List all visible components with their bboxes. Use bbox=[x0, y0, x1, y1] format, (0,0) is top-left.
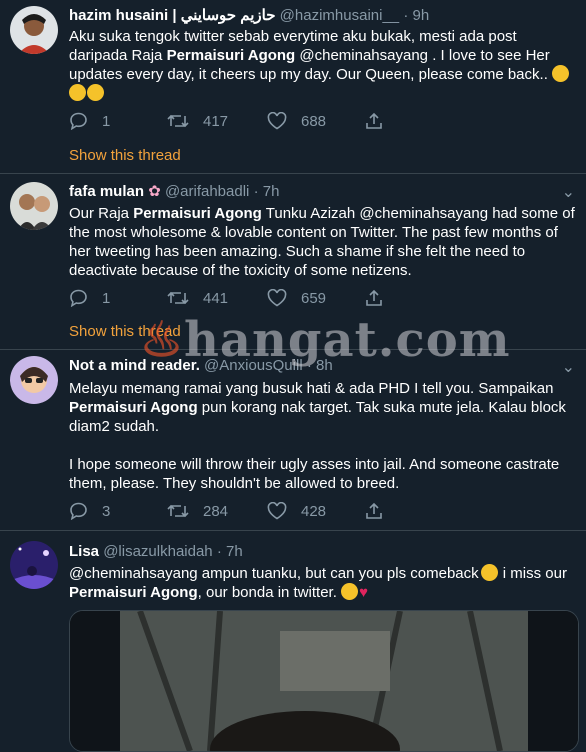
avatar-lisa-image bbox=[10, 541, 58, 589]
tweet-2-actions: 1 441 659 bbox=[69, 289, 399, 309]
reply-count: 3 bbox=[102, 502, 111, 520]
reply-count: 1 bbox=[102, 112, 111, 130]
like-count: 688 bbox=[301, 112, 327, 130]
retweet-button[interactable]: 441 bbox=[167, 289, 228, 307]
tweet-4-highlight: Permaisuri Agong bbox=[69, 584, 198, 601]
rolling-eyes-emoji-icon bbox=[480, 564, 498, 581]
tweet-1-handle[interactable]: @hazimhusaini__ bbox=[280, 7, 399, 24]
like-button[interactable]: 659 bbox=[267, 289, 326, 307]
tweet-4-handle[interactable]: @lisazulkhaidah bbox=[103, 543, 212, 560]
site-watermark: ♨hangat.com bbox=[140, 312, 511, 368]
more-options-icon[interactable]: ⌄ bbox=[562, 182, 576, 202]
tweet-4-header: Lisa @lisazulkhaidah · 7h bbox=[69, 543, 243, 560]
like-button[interactable]: 428 bbox=[267, 502, 326, 520]
tweet-1[interactable]: hazim husaini | حازيم حوسايني @hazimhusa… bbox=[0, 0, 586, 173]
retweet-count: 441 bbox=[203, 289, 229, 307]
tweet-4-time[interactable]: · 7h bbox=[217, 543, 243, 560]
red-heart-emoji-icon: ♥ bbox=[359, 584, 368, 601]
reply-button[interactable]: 1 bbox=[69, 112, 110, 130]
like-count: 428 bbox=[301, 502, 327, 520]
avatar-fafa-image bbox=[10, 182, 58, 230]
heart-icon bbox=[267, 502, 287, 520]
retweet-count: 284 bbox=[203, 502, 229, 520]
loudly-crying-emoji-icon bbox=[341, 583, 359, 600]
reply-button[interactable]: 1 bbox=[69, 289, 110, 307]
like-button[interactable]: 688 bbox=[267, 112, 326, 130]
tweet-3-highlight: Permaisuri Agong bbox=[69, 399, 198, 416]
reply-icon bbox=[70, 502, 87, 520]
tweet-3-paragraph-2: I hope someone will throw their ugly ass… bbox=[69, 456, 560, 492]
retweet-icon bbox=[167, 504, 189, 518]
tweet-4-text: @cheminahsayang ampun tuanku, but can yo… bbox=[69, 564, 567, 601]
tweet-4-display-name[interactable]: Lisa bbox=[69, 543, 99, 560]
share-icon bbox=[366, 112, 382, 129]
tweet-1-show-thread-link[interactable]: Show this thread bbox=[69, 147, 181, 164]
tweet-2-display-name[interactable]: fafa mulan bbox=[69, 183, 144, 200]
tweet-1-display-name[interactable]: hazim husaini | حازيم حوسايني bbox=[69, 7, 276, 24]
reply-icon bbox=[70, 289, 87, 307]
tweet-2-highlight: Permaisuri Agong bbox=[133, 205, 262, 222]
avatar-notamindreader[interactable] bbox=[10, 356, 58, 404]
reply-icon bbox=[70, 112, 87, 130]
video-thumbnail bbox=[70, 611, 578, 751]
retweet-icon bbox=[167, 114, 189, 128]
reply-button[interactable]: 3 bbox=[69, 502, 110, 520]
tweet-2-handle[interactable]: @arifahbadli bbox=[165, 183, 249, 200]
retweet-button[interactable]: 417 bbox=[167, 112, 228, 130]
flame-icon: ♨ bbox=[140, 312, 185, 368]
tweet-1-highlight: Permaisuri Agong bbox=[166, 47, 296, 64]
share-button[interactable] bbox=[365, 289, 383, 307]
retweet-count: 417 bbox=[203, 112, 229, 130]
heart-icon bbox=[267, 112, 287, 130]
retweet-button[interactable]: 284 bbox=[167, 502, 228, 520]
tweet-3[interactable]: Not a mind reader. @AnxiousQuill · 8h ⌄ … bbox=[0, 350, 586, 530]
tweet-1-header: hazim husaini | حازيم حوسايني @hazimhusa… bbox=[69, 6, 429, 24]
avatar-notamindreader-image bbox=[10, 356, 58, 404]
crying-face-emoji-icon bbox=[552, 65, 570, 82]
tweet-3-actions: 3 284 428 bbox=[69, 502, 399, 522]
reply-count: 1 bbox=[102, 289, 111, 307]
tweet-4-media-video[interactable] bbox=[69, 610, 579, 752]
tweet-1-time[interactable]: · 9h bbox=[403, 7, 429, 24]
tweet-2-text: Our Raja Permaisuri Agong Tunku Azizah @… bbox=[69, 205, 575, 279]
avatar-fafa[interactable] bbox=[10, 182, 58, 230]
tweet-2-header: fafa mulan ✿ @arifahbadli · 7h bbox=[69, 182, 279, 200]
share-button[interactable] bbox=[365, 112, 383, 130]
tweet-1-text: Aku suka tengok twitter sebab everytime … bbox=[69, 27, 577, 103]
share-icon bbox=[366, 289, 382, 306]
tweet-1-actions: 1 417 688 bbox=[69, 112, 399, 132]
tweet-3-text: Melayu memang ramai yang busuk hati & ad… bbox=[69, 379, 577, 493]
share-button[interactable] bbox=[365, 502, 383, 520]
retweet-icon bbox=[167, 291, 189, 305]
avatar-lisa[interactable] bbox=[10, 541, 58, 589]
heart-icon bbox=[267, 289, 287, 307]
crying-face-emoji-icon bbox=[87, 84, 104, 101]
more-options-icon[interactable]: ⌄ bbox=[562, 357, 576, 377]
like-count: 659 bbox=[301, 289, 327, 307]
avatar-hazim[interactable] bbox=[10, 6, 58, 54]
tweet-2-time[interactable]: · 7h bbox=[254, 183, 280, 200]
avatar-hazim-image bbox=[10, 6, 58, 54]
crying-face-emoji-icon bbox=[69, 84, 86, 101]
share-icon bbox=[366, 502, 382, 519]
cherry-blossom-icon: ✿ bbox=[148, 183, 161, 200]
